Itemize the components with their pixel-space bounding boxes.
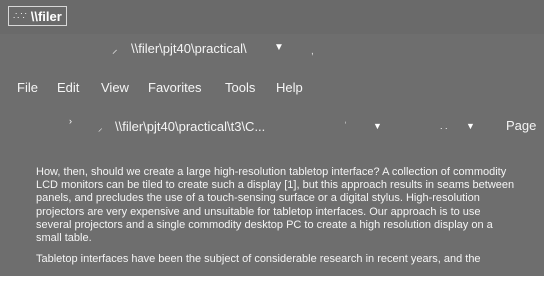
- paragraph-line: several projectors and a single commodit…: [36, 218, 493, 231]
- folder-icon: ⸝: [112, 44, 118, 56]
- title-bar: ∴∵ \\filer: [0, 0, 544, 34]
- address-bar[interactable]: ⸝ \\filer\pjt40\practical\ ▼ ,: [0, 40, 544, 60]
- tab-close-icon[interactable]: ˒: [344, 116, 347, 126]
- command-bar: › ⸝ \\filer\pjt40\practical\t3\C... ˒ ▼ …: [0, 112, 544, 138]
- address-go-icon[interactable]: ,: [311, 46, 314, 57]
- address-path[interactable]: \\filer\pjt40\practical\: [131, 41, 247, 56]
- paragraph-line: Tabletop interfaces have been the subjec…: [36, 253, 481, 266]
- page-menu-label: Page: [506, 118, 537, 133]
- menu-item-file[interactable]: File: [17, 80, 38, 95]
- back-icon[interactable]: ›: [69, 116, 72, 126]
- menu-item-tools[interactable]: Tools: [225, 80, 255, 95]
- tools-dots-icon[interactable]: . .: [440, 121, 448, 131]
- paragraph-line: panels, and precludes the use of a touch…: [36, 192, 480, 205]
- document-content: How, then, should we create a large high…: [36, 166, 544, 274]
- browser-window: ∴∵ \\filer ⸝ \\filer\pjt40\practical\ ▼ …: [0, 0, 544, 276]
- page-icon: ⸝: [98, 123, 103, 133]
- paragraph-2: Tabletop interfaces have been the subjec…: [36, 253, 544, 266]
- paragraph-line: LCD monitors can be tiled to create such…: [36, 179, 515, 192]
- page-menu-button[interactable]: Page ▼: [506, 118, 544, 133]
- tools-dropdown-icon[interactable]: ▼: [466, 121, 475, 131]
- paragraph-line: small table.: [36, 232, 92, 245]
- window-title-box[interactable]: ∴∵ \\filer: [8, 6, 67, 26]
- tab-title[interactable]: \\filer\pjt40\practical\t3\C...: [115, 119, 265, 134]
- chevron-down-icon: ▼: [543, 122, 544, 132]
- paragraph-line: How, then, should we create a large high…: [36, 166, 507, 178]
- address-dropdown-icon[interactable]: ▼: [274, 42, 284, 53]
- menu-item-help[interactable]: Help: [276, 80, 303, 95]
- menu-item-view[interactable]: View: [101, 80, 129, 95]
- window-title: \\filer: [30, 8, 62, 24]
- menu-item-edit[interactable]: Edit: [57, 80, 79, 95]
- paragraph-1: How, then, should we create a large high…: [36, 166, 544, 245]
- paragraph-line: projectors are very expensive and unsuit…: [36, 205, 481, 218]
- app-logo-icon: ∴∵: [13, 10, 28, 22]
- screenshot-frame: ∴∵ \\filer ⸝ \\filer\pjt40\practical\ ▼ …: [0, 0, 554, 281]
- menu-bar: File Edit View Favorites Tools Help: [0, 80, 544, 100]
- tab-dropdown-icon[interactable]: ▼: [373, 121, 382, 131]
- menu-item-favorites[interactable]: Favorites: [148, 80, 201, 95]
